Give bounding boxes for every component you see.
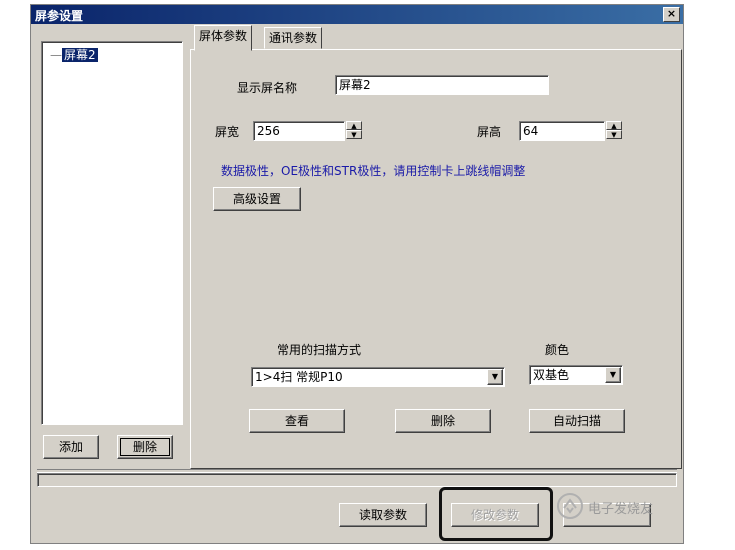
delete-screen-button[interactable]: 删除 — [117, 435, 173, 459]
watermark-logo-icon — [557, 493, 583, 519]
name-input[interactable]: 屏幕2 — [335, 75, 549, 95]
tree-item-label: 屏幕2 — [62, 48, 98, 62]
spin-up-icon[interactable]: ▲ — [606, 121, 622, 130]
watermark-text: 电子发烧友 — [588, 502, 654, 517]
height-input[interactable]: 64 — [519, 121, 605, 141]
highlight-annotation — [439, 487, 553, 541]
width-spinner[interactable]: ▲ ▼ — [346, 121, 362, 141]
screen-tree[interactable]: — 屏幕2 — [41, 41, 183, 425]
polarity-notice: 数据极性，OE极性和STR极性，请用控制卡上跳线帽调整 — [221, 164, 526, 178]
spin-up-icon[interactable]: ▲ — [346, 121, 362, 130]
name-label: 显示屏名称 — [237, 81, 298, 95]
scan-mode-select[interactable]: 1>4扫 常规P10 ▼ — [251, 367, 505, 387]
tree-item-screen[interactable]: — 屏幕2 — [50, 46, 98, 63]
view-button[interactable]: 查看 — [249, 409, 345, 433]
title-bar[interactable]: 屏参设置 × — [31, 5, 683, 24]
spin-down-icon[interactable]: ▼ — [606, 130, 622, 139]
tab-comm-params[interactable]: 通讯参数 — [264, 27, 323, 49]
chevron-down-icon[interactable]: ▼ — [605, 367, 621, 383]
settings-window: 屏参设置 × — 屏幕2 添加 删除 屏体参数 通讯参数 显示屏名称 屏幕2 屏宽… — [30, 4, 684, 544]
close-icon[interactable]: × — [663, 7, 680, 22]
color-select[interactable]: 双基色 ▼ — [529, 365, 623, 385]
height-label: 屏高 — [477, 125, 502, 139]
scan-mode-value: 1>4扫 常规P10 — [255, 370, 343, 384]
add-button[interactable]: 添加 — [43, 435, 99, 459]
chevron-down-icon[interactable]: ▼ — [487, 369, 503, 385]
auto-scan-button[interactable]: 自动扫描 — [529, 409, 625, 433]
width-label: 屏宽 — [215, 125, 240, 139]
height-spinner[interactable]: ▲ ▼ — [606, 121, 622, 141]
scan-mode-label: 常用的扫描方式 — [277, 343, 362, 357]
tab-panel — [190, 49, 682, 469]
color-label: 颜色 — [545, 343, 570, 357]
advanced-settings-button[interactable]: 高级设置 — [213, 187, 301, 211]
tab-screen-params[interactable]: 屏体参数 — [194, 25, 253, 51]
width-input[interactable]: 256 — [253, 121, 345, 141]
status-bar — [37, 473, 677, 487]
spin-down-icon[interactable]: ▼ — [346, 130, 362, 139]
read-params-button[interactable]: 读取参数 — [339, 503, 427, 527]
delete-scan-button[interactable]: 删除 — [395, 409, 491, 433]
tree-line: — — [50, 48, 62, 62]
window-title: 屏参设置 — [35, 9, 84, 23]
color-value: 双基色 — [533, 368, 570, 382]
